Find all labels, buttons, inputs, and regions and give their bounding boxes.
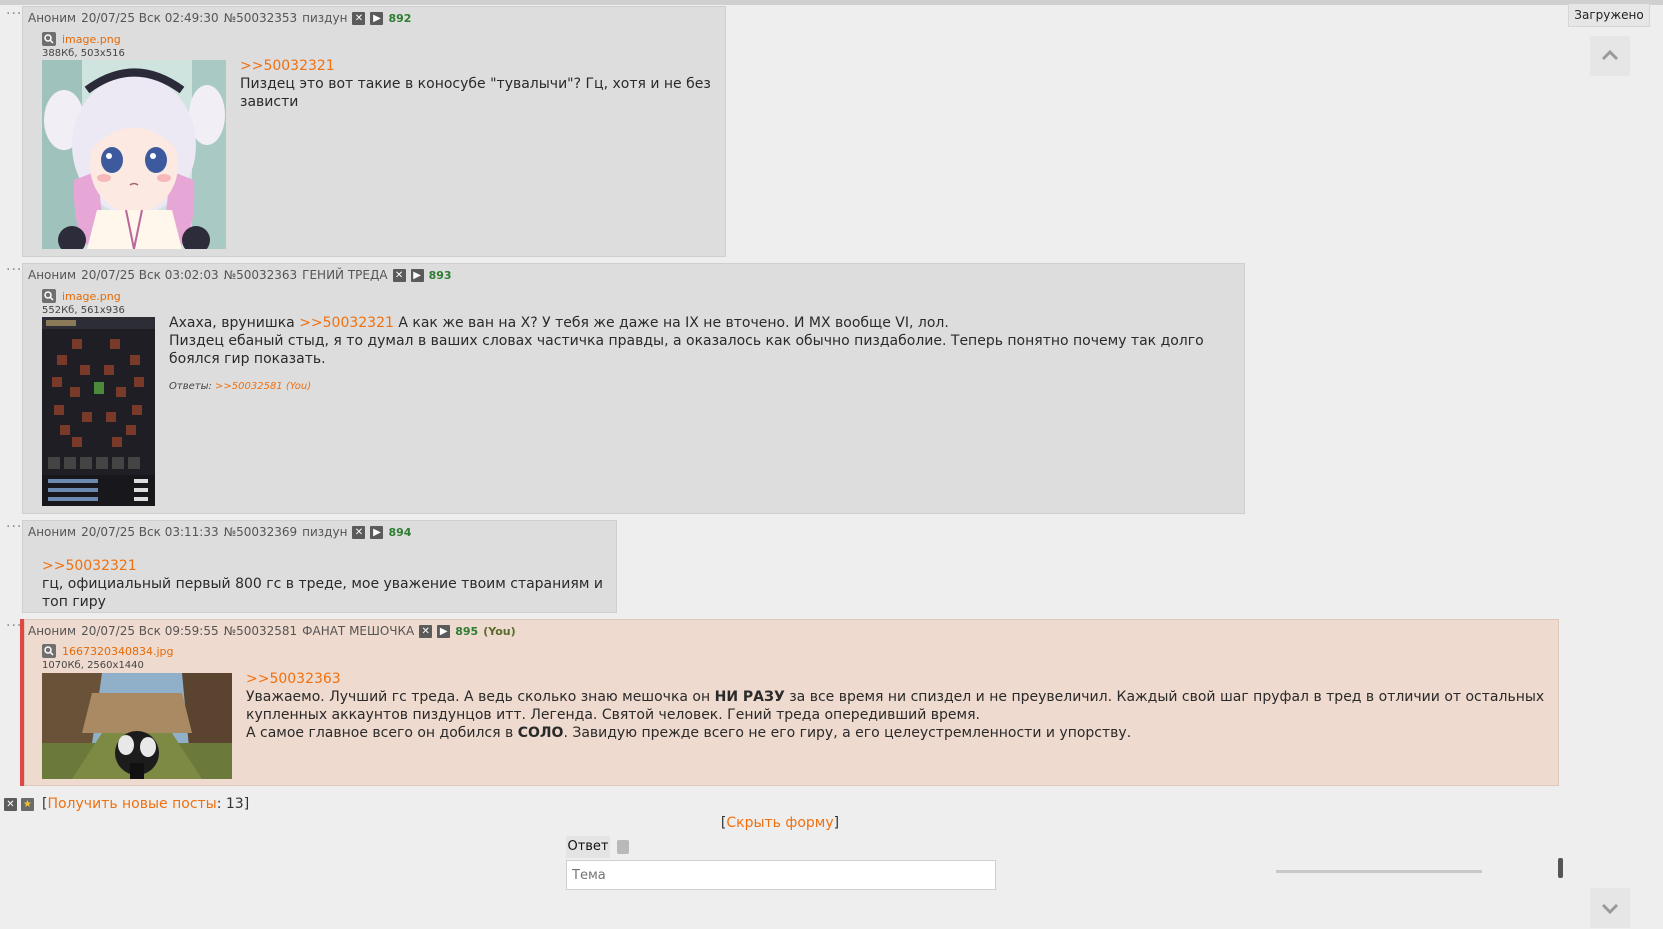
- file-meta: 388Кб, 503x516: [42, 48, 125, 59]
- post-count: 895: [455, 624, 479, 638]
- equipment-screenshot-image: [42, 317, 155, 506]
- post-date: 20/07/25 Вск 03:11:33: [81, 525, 219, 539]
- reply-link[interactable]: >>50032321: [240, 58, 335, 74]
- post-text: Ахаха, врунишка: [169, 315, 300, 331]
- search-icon[interactable]: [42, 32, 56, 46]
- replies-line: Ответы: >>50032581 (You): [169, 378, 1244, 396]
- poster-name: Аноним: [28, 624, 77, 638]
- hide-form-line: [Скрыть форму]: [720, 815, 840, 831]
- post-body: >>50032363 Уважаемо. Лучший гс треда. А …: [246, 670, 1546, 742]
- new-posts-count: : 13]: [216, 796, 250, 812]
- play-icon[interactable]: ▶: [410, 268, 424, 282]
- post-text: А самое главное всего он добился в: [246, 725, 518, 741]
- post-bold-text: СОЛО: [517, 725, 564, 741]
- close-icon[interactable]: ✕: [4, 797, 17, 811]
- post-text: Уважаемо. Лучший гс треда. А ведь скольк…: [246, 689, 715, 705]
- replies-label: Ответы:: [169, 381, 216, 392]
- loaded-status: Загружено: [1568, 4, 1650, 27]
- chevron-up-icon: [1601, 49, 1619, 61]
- form-toggle-icon[interactable]: [617, 840, 629, 854]
- post-text: гц, официальный первый 800 гс в треде, м…: [42, 576, 603, 610]
- chevron-down-icon: [1601, 903, 1619, 915]
- poster-tag: ФАНАТ МЕШОЧКА: [302, 624, 415, 638]
- post-text: А как же ван на X? У тебя же даже на IX …: [393, 315, 949, 331]
- poster-name: Аноним: [28, 525, 77, 539]
- poster-name: Аноним: [28, 11, 77, 25]
- poster-tag: ГЕНИЙ ТРЕДА: [302, 268, 388, 282]
- top-bar: [0, 0, 1663, 5]
- post-bold-text: НИ РАЗУ: [714, 689, 785, 705]
- file-name[interactable]: image.png: [62, 290, 121, 303]
- post-thumbnail[interactable]: [42, 673, 232, 779]
- hide-post-icon[interactable]: ✕: [352, 525, 366, 539]
- post-text: Пиздец это вот такие в коносубе "тувалыч…: [240, 76, 711, 110]
- poster-tag: пиздун: [302, 11, 348, 25]
- post-date: 20/07/25 Вск 03:02:03: [81, 268, 219, 282]
- game-screenshot-image: [42, 673, 232, 779]
- scrollbar[interactable]: [1558, 858, 1563, 878]
- post-count: 892: [388, 11, 412, 25]
- post-thumbnail[interactable]: [42, 317, 155, 506]
- anime-girl-image: [42, 60, 226, 249]
- post: Аноним 20/07/25 Вск 09:59:55 №50032581 Ф…: [24, 619, 1559, 786]
- post-menu-icon[interactable]: ···: [6, 519, 22, 535]
- new-posts-bar: ✕ ★ [Получить новые посты: 13]: [4, 796, 249, 812]
- file-link[interactable]: image.png: [42, 289, 121, 303]
- search-icon[interactable]: [42, 289, 56, 303]
- post-menu-icon[interactable]: ···: [6, 262, 22, 278]
- hide-post-icon[interactable]: ✕: [419, 624, 433, 638]
- post-date: 20/07/25 Вск 09:59:55: [81, 624, 219, 638]
- play-icon[interactable]: ▶: [437, 624, 451, 638]
- post: Аноним 20/07/25 Вск 02:49:30 №50032353 п…: [22, 6, 726, 257]
- post-thumbnail[interactable]: [42, 60, 226, 249]
- post-count: 894: [388, 525, 412, 539]
- post-header: Аноним 20/07/25 Вск 09:59:55 №50032581 Ф…: [28, 624, 516, 638]
- file-meta: 1070Кб, 2560x1440: [42, 660, 144, 671]
- hide-post-icon[interactable]: ✕: [392, 268, 406, 282]
- post-body: >>50032321 гц, официальный первый 800 гс…: [42, 557, 616, 611]
- reply-tab[interactable]: Ответ: [566, 836, 610, 858]
- post-text: . Завидую прежде всего не его гиру, а ег…: [563, 725, 1132, 741]
- reply-backlink[interactable]: >>50032581 (You): [215, 381, 311, 392]
- post-menu-icon[interactable]: ···: [6, 6, 22, 22]
- post: Аноним 20/07/25 Вск 03:02:03 №50032363 Г…: [22, 263, 1245, 514]
- file-link[interactable]: 1667320340834.jpg: [42, 644, 174, 658]
- file-name[interactable]: image.png: [62, 33, 121, 46]
- post-number[interactable]: №50032369: [224, 525, 298, 539]
- scroll-up-button[interactable]: [1590, 36, 1630, 76]
- post-number[interactable]: №50032581: [224, 624, 298, 638]
- poster-tag: пиздун: [302, 525, 348, 539]
- post-body: Ахаха, врунишка >>50032321 А как же ван …: [169, 314, 1244, 396]
- hide-form-link[interactable]: Скрыть форму: [726, 815, 833, 831]
- file-name[interactable]: 1667320340834.jpg: [62, 645, 174, 658]
- divider: [1276, 870, 1482, 873]
- reply-link[interactable]: >>50032321: [299, 315, 394, 331]
- hide-post-icon[interactable]: ✕: [352, 11, 366, 25]
- post-header: Аноним 20/07/25 Вск 03:11:33 №50032369 п…: [28, 525, 411, 539]
- reply-link[interactable]: >>50032321: [42, 558, 137, 574]
- post-body: >>50032321 Пиздец это вот такие в коносу…: [240, 57, 725, 111]
- post-count: 893: [428, 268, 452, 282]
- reply-link[interactable]: >>50032363: [246, 671, 341, 687]
- play-icon[interactable]: ▶: [370, 525, 384, 539]
- get-new-posts-link[interactable]: Получить новые посты: [47, 796, 216, 812]
- post-header: Аноним 20/07/25 Вск 02:49:30 №50032353 п…: [28, 11, 411, 25]
- search-icon[interactable]: [42, 644, 56, 658]
- you-badge: (You): [483, 624, 516, 638]
- file-link[interactable]: image.png: [42, 32, 121, 46]
- post: Аноним 20/07/25 Вск 03:11:33 №50032369 п…: [22, 520, 617, 613]
- post-date: 20/07/25 Вск 02:49:30: [81, 11, 219, 25]
- file-meta: 552Кб, 561x936: [42, 305, 125, 316]
- post-text: Пиздец ебаный стыд, я то думал в ваших с…: [169, 333, 1204, 367]
- post-header: Аноним 20/07/25 Вск 03:02:03 №50032363 Г…: [28, 268, 452, 282]
- poster-name: Аноним: [28, 268, 77, 282]
- post-number[interactable]: №50032363: [224, 268, 298, 282]
- subject-input[interactable]: [566, 860, 996, 890]
- post-number[interactable]: №50032353: [224, 11, 298, 25]
- scroll-down-button[interactable]: [1590, 888, 1630, 928]
- star-icon[interactable]: ★: [21, 797, 34, 811]
- new-posts-text: [Получить новые посты: 13]: [42, 796, 250, 812]
- play-icon[interactable]: ▶: [370, 11, 384, 25]
